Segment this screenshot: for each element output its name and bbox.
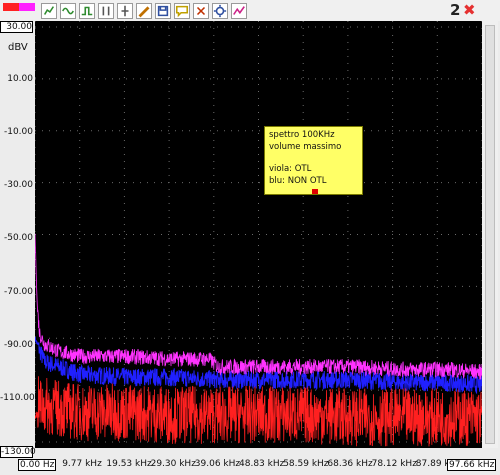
- x-tick-label: 48.83 kHz: [239, 459, 285, 469]
- x-tick-label: 58.59 kHz: [283, 459, 329, 469]
- x-tick-label: 68.36 kHz: [327, 459, 373, 469]
- channel-color-swatch: [3, 3, 35, 11]
- y-axis-unit: dBV: [8, 42, 28, 53]
- pencil-button[interactable]: [136, 3, 152, 19]
- y-tick-label: -70.00: [3, 286, 33, 297]
- note-line-2: volume massimo: [269, 141, 342, 152]
- channel-red-swatch: [3, 3, 19, 11]
- y-tick-label: 10.00: [7, 74, 33, 85]
- comment-icon: [175, 5, 189, 18]
- x-tick-label: 97.66 kHz: [447, 459, 497, 471]
- settings-button[interactable]: [212, 3, 228, 19]
- x-tick-label: 0.00 Hz: [18, 459, 57, 471]
- cursor-button[interactable]: [98, 3, 114, 19]
- series-line-2: [34, 376, 483, 447]
- x-tick-label: 19.53 kHz: [106, 459, 152, 469]
- marker-button[interactable]: [117, 3, 133, 19]
- waveform-icon: [62, 7, 74, 15]
- annotation-note[interactable]: spettro 100KHz volume massimo viola: OTL…: [264, 126, 363, 195]
- toolbar: 2 ✖: [0, 0, 500, 21]
- trend-icon: [233, 6, 245, 15]
- trend-button[interactable]: [231, 3, 247, 19]
- zoom-out-button[interactable]: [193, 3, 209, 19]
- comment-button[interactable]: [174, 3, 190, 19]
- y-tick-label: 30.00: [0, 21, 33, 33]
- note-line-3: viola: OTL: [269, 164, 312, 174]
- channel-magenta-swatch: [19, 3, 35, 11]
- save-button[interactable]: [155, 3, 171, 19]
- cursor-icon: [102, 6, 110, 16]
- x-tick-label: 9.77 kHz: [62, 459, 102, 469]
- marker-icon: [121, 5, 129, 17]
- y-tick-label: -110.00: [0, 392, 35, 403]
- note-line-1: spettro 100KHz: [269, 130, 335, 140]
- x-tick-label: 29.30 kHz: [150, 459, 196, 469]
- chart-button[interactable]: [41, 3, 57, 19]
- y-tick-label: -50.00: [3, 233, 33, 244]
- chart-icon: [43, 6, 55, 15]
- y-tick-label: -90.00: [3, 339, 33, 350]
- y-tick-label: -30.00: [3, 180, 33, 191]
- scrollbar-thumb[interactable]: [485, 25, 495, 444]
- save-icon: [157, 5, 169, 17]
- step-button[interactable]: [79, 3, 95, 19]
- zoom-out-icon: [196, 6, 206, 16]
- x-tick-label: 78.12 kHz: [371, 459, 417, 469]
- spectrum-chart: [34, 21, 483, 448]
- page-number: 2: [450, 1, 461, 19]
- y-tick-label: -10.00: [3, 127, 33, 138]
- vertical-scrollbar[interactable]: [482, 21, 498, 448]
- note-line-4: blu: NON OTL: [269, 175, 327, 186]
- x-tick-label: 39.06 kHz: [194, 459, 241, 469]
- step-icon: [81, 6, 93, 16]
- note-anchor-marker[interactable]: [312, 189, 318, 194]
- settings-icon: [213, 4, 227, 18]
- y-tick-label: -130.00: [0, 445, 36, 458]
- close-icon[interactable]: ✖: [463, 1, 476, 19]
- waveform-button[interactable]: [60, 3, 76, 19]
- spectrum-plot[interactable]: spettro 100KHz volume massimo viola: OTL…: [34, 21, 483, 448]
- pencil-icon: [138, 6, 150, 18]
